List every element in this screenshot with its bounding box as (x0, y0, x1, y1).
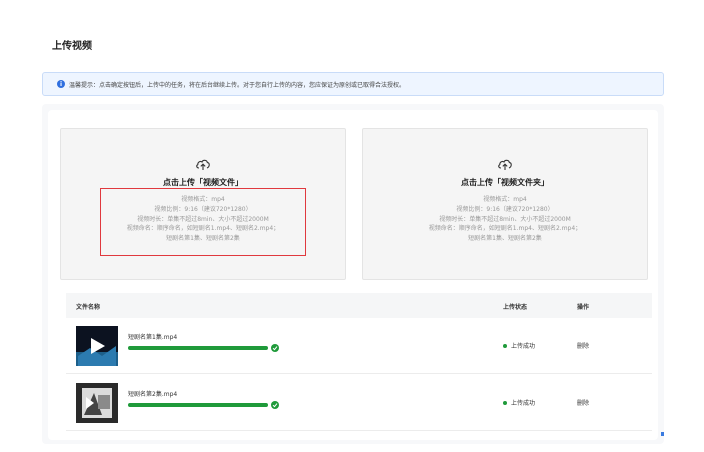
status-badge: 上传成功 (503, 341, 535, 350)
status-dot (503, 400, 507, 405)
video-thumbnail (76, 326, 118, 366)
table-row: 短剧名第1集.mp4 上传成功 删除 (66, 318, 652, 374)
spec-line: 视频时长：单集不超过8min、大小不超过2000M (137, 215, 269, 223)
status-text: 上传成功 (511, 400, 536, 407)
spec-line: 短剧名第1集、短剧名第2集 (468, 235, 542, 243)
status-dot (503, 343, 507, 348)
cloud-upload-icon (363, 157, 647, 171)
check-circle-icon (271, 401, 279, 409)
upload-progress-bar (128, 346, 268, 350)
info-icon: i (57, 80, 65, 88)
upload-video-file-button[interactable]: 点击上传「视频文件」 视频格式：mp4 视频比例：9:16（建议720*1280… (60, 128, 346, 280)
file-name: 短剧名第2集.mp4 (128, 391, 178, 398)
check-circle-icon (271, 344, 279, 352)
header-filename: 文件名称 (76, 304, 101, 311)
spec-line: 视频命名：顺序命名，如短剧名1.mp4、短剧名2.mp4； (126, 225, 280, 233)
status-text: 上传成功 (511, 343, 536, 350)
spec-line: 视频格式：mp4 (181, 196, 225, 203)
file-table-header: 文件名称 上传状态 操作 (66, 293, 652, 318)
spec-line: 视频时长：单集不超过8min、大小不超过2000M (439, 215, 571, 223)
upload-panel-inner: 点击上传「视频文件」 视频格式：mp4 视频比例：9:16（建议720*1280… (48, 110, 658, 440)
delete-button[interactable]: 删除 (577, 341, 589, 350)
upload-file-title: 点击上传「视频文件」 (163, 178, 243, 187)
upload-folder-specs: 视频格式：mp4 视频比例：9:16（建议720*1280） 视频时长：单集不超… (363, 195, 647, 244)
table-row: 短剧名第2集.mp4 上传成功 删除 (66, 375, 652, 431)
notice-text: 温馨提示：点击确定按钮后，上传中的任务，将在后台继续上传。对于您自行上传的内容，… (69, 81, 406, 89)
header-status: 上传状态 (503, 304, 528, 311)
status-badge: 上传成功 (503, 398, 535, 407)
delete-button[interactable]: 删除 (577, 398, 589, 407)
spec-line: 视频命名：顺序命名，如短剧名1.mp4、短剧名2.mp4； (428, 225, 582, 233)
upload-folder-title: 点击上传「视频文件夹」 (461, 178, 549, 187)
upload-video-folder-button[interactable]: 点击上传「视频文件夹」 视频格式：mp4 视频比例：9:16（建议720*128… (362, 128, 648, 280)
notice-banner: i 温馨提示：点击确定按钮后，上传中的任务，将在后台继续上传。对于您自行上传的内… (42, 72, 664, 96)
cloud-upload-icon (61, 157, 345, 171)
spec-line: 视频比例：9:16（建议720*1280） (154, 205, 252, 213)
spec-line: 视频比例：9:16（建议720*1280） (456, 205, 554, 213)
upload-progress-bar (128, 403, 268, 407)
upload-panel: 点击上传「视频文件」 视频格式：mp4 视频比例：9:16（建议720*1280… (42, 104, 664, 444)
header-action: 操作 (577, 304, 590, 311)
video-thumbnail (76, 383, 118, 423)
scroll-indicator (661, 432, 664, 436)
spec-line: 视频格式：mp4 (483, 196, 527, 203)
spec-line: 短剧名第1集、短剧名第2集 (166, 235, 240, 243)
file-name: 短剧名第1集.mp4 (128, 334, 178, 341)
upload-file-specs: 视频格式：mp4 视频比例：9:16（建议720*1280） 视频时长：单集不超… (61, 195, 345, 244)
page-title: 上传视频 (52, 41, 92, 52)
